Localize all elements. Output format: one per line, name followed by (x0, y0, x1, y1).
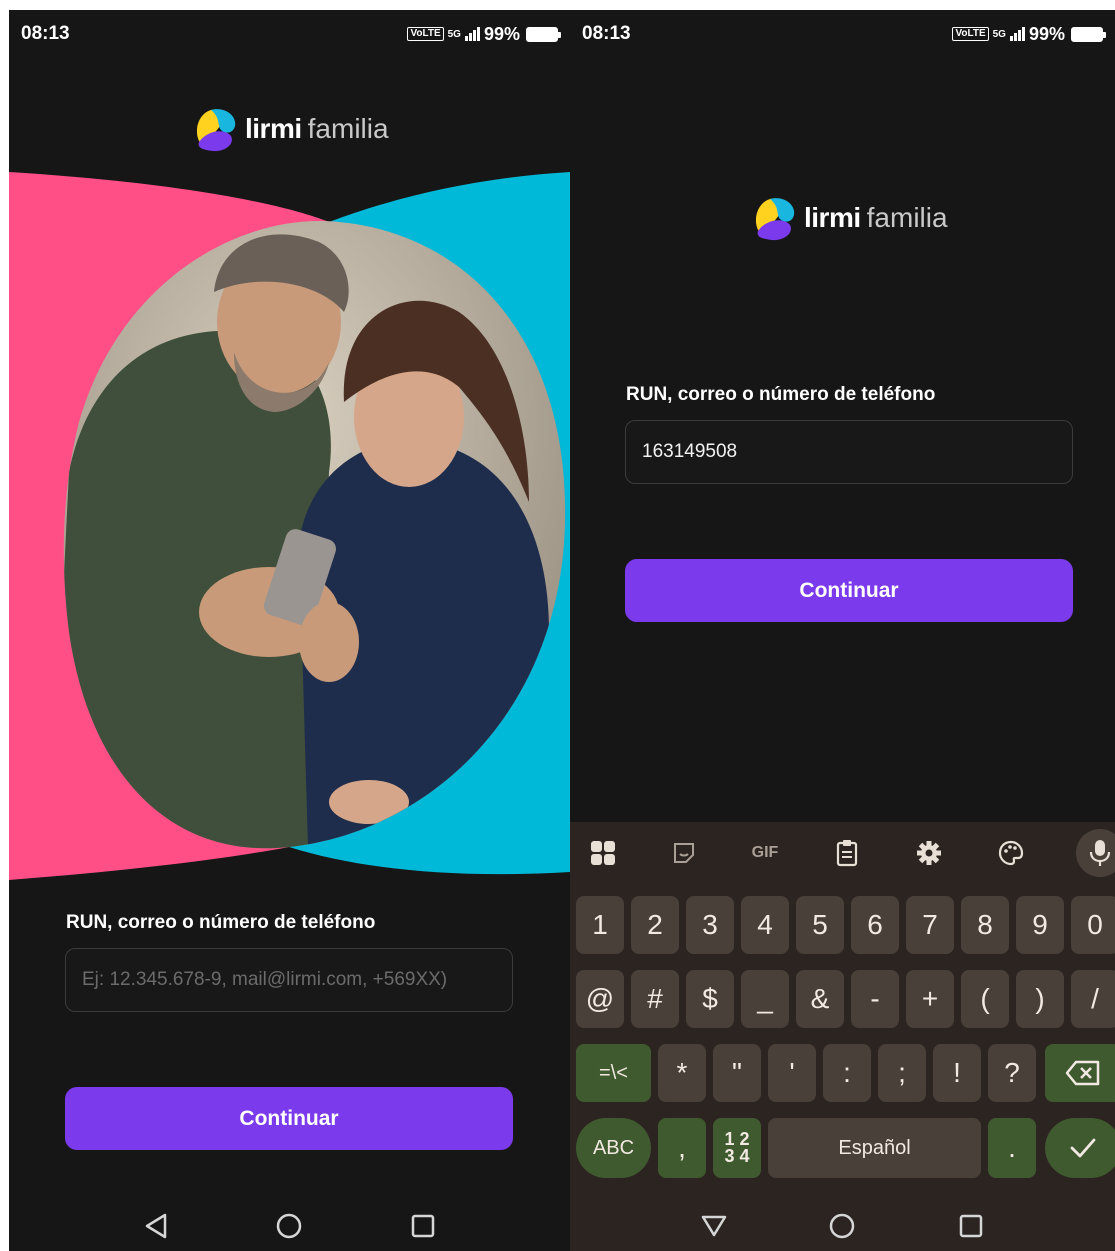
key-semicolon[interactable]: ; (878, 1044, 926, 1102)
key-at[interactable]: @ (576, 970, 624, 1028)
key-3[interactable]: 3 (686, 896, 734, 954)
app-logo: lirmi familia (191, 104, 389, 154)
system-nav-bar (570, 1201, 1115, 1251)
logo-mark-icon (196, 109, 236, 152)
signal-icon (464, 27, 480, 41)
volte-icon: VoLTE (952, 27, 989, 41)
login-field-label: RUN, correo o número de teléfono (626, 384, 936, 405)
settings-icon[interactable] (912, 836, 946, 870)
keyboard-toolbar: GIF (570, 822, 1115, 884)
battery-percent: 99% (483, 23, 520, 44)
login-input[interactable]: Ej: 12.345.678-9, mail@lirmi.com, +569XX… (65, 948, 513, 1012)
key-slash[interactable]: / (1071, 970, 1115, 1028)
key-comma[interactable]: , (658, 1118, 706, 1178)
key-9[interactable]: 9 (1016, 896, 1064, 954)
hero-image (9, 172, 570, 880)
battery-icon (1071, 26, 1106, 42)
gif-button[interactable]: GIF (748, 836, 782, 870)
login-input-placeholder: Ej: 12.345.678-9, mail@lirmi.com, +569XX… (82, 969, 448, 990)
key-4[interactable]: 4 (741, 896, 789, 954)
network-type: 5G (447, 28, 461, 40)
abc-key[interactable]: ABC (576, 1118, 651, 1178)
key-7[interactable]: 7 (906, 896, 954, 954)
logo-mark-icon (755, 198, 795, 241)
numpad-key[interactable]: 1 2 3 4 (713, 1118, 761, 1178)
key-double-quote[interactable]: " (713, 1044, 761, 1102)
brand-name-a: lirmi (245, 113, 302, 144)
login-screen-typing: 08:13 VoLTE 5G 99% lirmi familia RUN, co… (570, 10, 1115, 1251)
brand-name-b: familia (307, 113, 389, 144)
key-underscore[interactable]: _ (741, 970, 789, 1028)
key-ampersand[interactable]: & (796, 970, 844, 1028)
key-single-quote[interactable]: ' (768, 1044, 816, 1102)
key-2[interactable]: 2 (631, 896, 679, 954)
more-symbols-key[interactable]: =\< (576, 1044, 651, 1102)
checkmark-icon (1070, 1138, 1096, 1158)
recents-icon[interactable] (956, 1211, 986, 1241)
home-icon[interactable] (827, 1211, 857, 1241)
app-logo: lirmi familia (750, 193, 948, 243)
key-exclamation[interactable]: ! (933, 1044, 981, 1102)
brand-name-a: lirmi (804, 202, 861, 233)
backspace-key[interactable] (1045, 1044, 1115, 1102)
clipboard-icon[interactable] (830, 836, 864, 870)
status-time: 08:13 (582, 23, 631, 44)
enter-key[interactable] (1045, 1118, 1115, 1178)
key-paren-close[interactable]: ) (1016, 970, 1064, 1028)
key-1[interactable]: 1 (576, 896, 624, 954)
mic-icon[interactable] (1076, 829, 1115, 877)
key-minus[interactable]: - (851, 970, 899, 1028)
login-screen-empty: 08:13 VoLTE 5G 99% lirmi familia RUN, co… (9, 10, 570, 1251)
key-period[interactable]: . (988, 1118, 1036, 1178)
brand-name-b: familia (866, 202, 948, 233)
symbol-keyboard: GIF 1 2 3 4 5 6 7 8 9 0 @ # $ _ & - + (… (570, 822, 1115, 1201)
network-type: 5G (992, 28, 1006, 40)
back-down-icon[interactable] (699, 1211, 729, 1241)
key-asterisk[interactable]: * (658, 1044, 706, 1102)
backspace-icon (1065, 1060, 1100, 1086)
status-bar: 08:13 VoLTE 5G 99% (570, 10, 1115, 58)
key-hash[interactable]: # (631, 970, 679, 1028)
key-plus[interactable]: + (906, 970, 954, 1028)
back-icon[interactable] (141, 1211, 171, 1241)
continue-button[interactable]: Continuar (625, 559, 1073, 622)
login-input-value: 163149508 (642, 441, 738, 462)
apps-icon[interactable] (586, 836, 620, 870)
signal-icon (1009, 27, 1025, 41)
login-field-label: RUN, correo o número de teléfono (66, 912, 376, 933)
status-time: 08:13 (21, 23, 70, 44)
recents-icon[interactable] (408, 1211, 438, 1241)
key-5[interactable]: 5 (796, 896, 844, 954)
system-nav-bar (9, 1201, 570, 1251)
volte-icon: VoLTE (407, 27, 444, 41)
sticker-icon[interactable] (667, 836, 701, 870)
continue-button[interactable]: Continuar (65, 1087, 513, 1150)
login-input[interactable]: 163149508 (625, 420, 1073, 484)
key-question[interactable]: ? (988, 1044, 1036, 1102)
home-icon[interactable] (274, 1211, 304, 1241)
key-0[interactable]: 0 (1071, 896, 1115, 954)
key-dollar[interactable]: $ (686, 970, 734, 1028)
key-paren-open[interactable]: ( (961, 970, 1009, 1028)
space-key[interactable]: Español (768, 1118, 981, 1178)
battery-icon (526, 26, 561, 42)
battery-percent: 99% (1028, 23, 1065, 44)
status-bar: 08:13 VoLTE 5G 99% (9, 10, 570, 58)
key-6[interactable]: 6 (851, 896, 899, 954)
key-colon[interactable]: : (823, 1044, 871, 1102)
key-8[interactable]: 8 (961, 896, 1009, 954)
palette-icon[interactable] (994, 836, 1028, 870)
